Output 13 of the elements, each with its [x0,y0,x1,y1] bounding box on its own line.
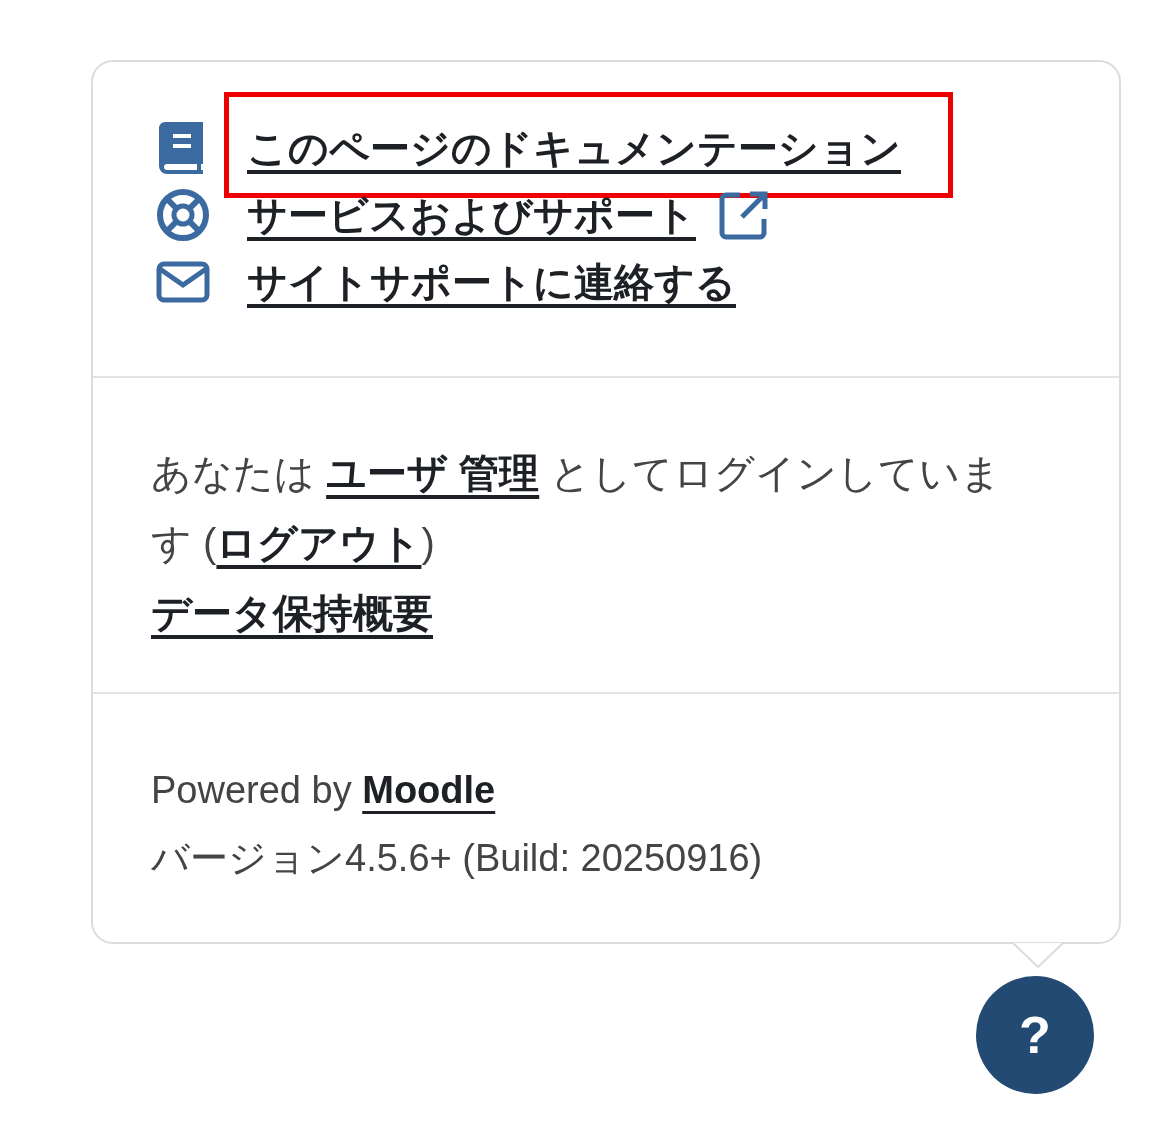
moodle-link[interactable]: Moodle [362,769,496,811]
support-link[interactable]: サービスおよびサポート [247,184,696,245]
lifebuoy-icon [156,187,210,242]
contact-link[interactable]: サイトサポートに連絡する [247,251,736,312]
logout-link[interactable]: ログアウト [216,521,422,565]
data-retention-link[interactable]: データ保持概要 [151,591,433,635]
login-info: あなたは ユーザ 管理 としてログインしています (ログアウト) [151,450,1003,567]
documentation-link[interactable]: このページのドキュメンテーション [247,117,901,178]
envelope-icon [156,260,210,303]
powered-by-text: Powered by Moodle [151,768,497,813]
user-link[interactable]: ユーザ 管理 [326,451,540,495]
help-button[interactable]: ? [976,976,1094,1094]
version-text: バージョン4.5.6+ (Build: 20250916) [151,836,764,881]
